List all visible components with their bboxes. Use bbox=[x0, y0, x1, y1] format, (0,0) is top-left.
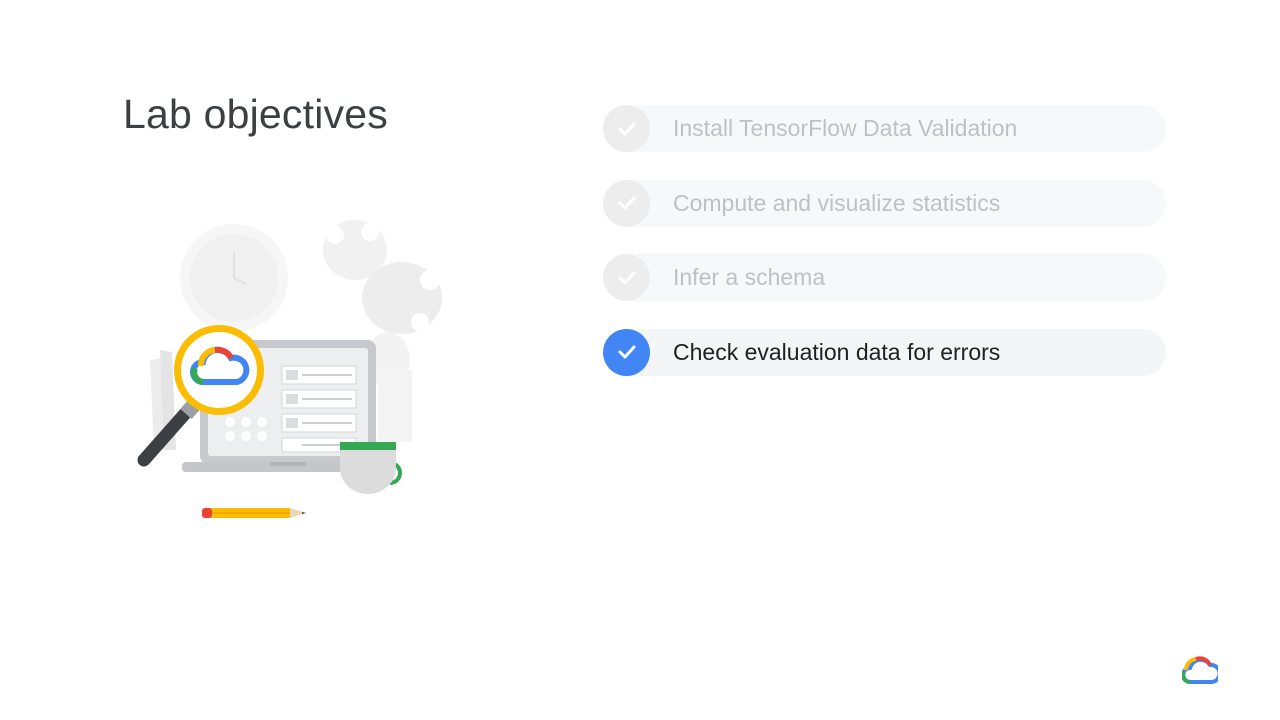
check-icon bbox=[603, 328, 650, 376]
google-cloud-logo-icon bbox=[1182, 656, 1218, 684]
objective-check-evaluation-data: Check evaluation data for errors bbox=[603, 328, 1166, 376]
check-icon bbox=[603, 254, 650, 301]
check-icon bbox=[603, 179, 650, 227]
objective-label: Infer a schema bbox=[673, 264, 826, 290]
objective-infer-schema: Infer a schema bbox=[603, 254, 1166, 301]
coffee-cup-icon bbox=[340, 442, 402, 494]
objective-label: Install TensorFlow Data Validation bbox=[673, 115, 1018, 141]
objective-label: Compute and visualize statistics bbox=[673, 189, 1001, 216]
objective-label: Check evaluation data for errors bbox=[673, 338, 1001, 365]
clock-icon bbox=[180, 224, 288, 332]
slide: Lab objectives Install TensorFlow Data V… bbox=[0, 0, 1280, 720]
objective-compute-statistics: Compute and visualize statistics bbox=[603, 179, 1166, 227]
objective-install-tfdv: Install TensorFlow Data Validation bbox=[603, 105, 1166, 152]
objectives-list: Install TensorFlow Data Validation Compu… bbox=[603, 105, 1166, 403]
lab-illustration bbox=[137, 220, 442, 518]
check-icon bbox=[603, 105, 650, 152]
pencil-icon bbox=[202, 508, 306, 518]
page-title: Lab objectives bbox=[123, 91, 388, 137]
